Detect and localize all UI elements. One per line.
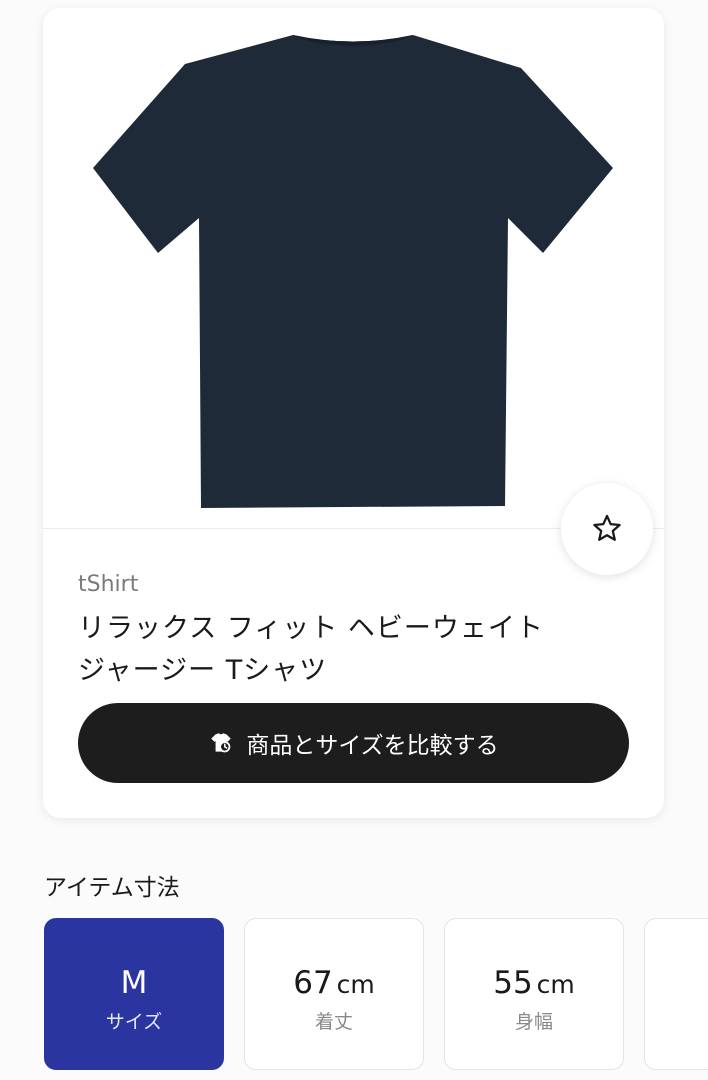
compare-button-label: 商品とサイズを比較する	[246, 733, 499, 759]
product-title: リラックス フィット ヘビーウェイト ジャージー Tシャツ	[78, 608, 598, 692]
product-category: tShirt	[78, 572, 139, 597]
product-title-line2: ジャージー Tシャツ	[78, 655, 328, 686]
measurement-tile-length[interactable]: 67 cm 着丈	[244, 918, 424, 1070]
compare-products-button[interactable]: 商品とサイズを比較する	[78, 703, 629, 783]
measurement-label: サイズ	[105, 1011, 163, 1033]
product-title-line1: リラックス フィット ヘビーウェイト	[78, 613, 544, 644]
tshirt-image	[93, 35, 613, 508]
measurement-tile-partial[interactable]	[644, 918, 708, 1070]
measurement-tile-width[interactable]: 55 cm 身幅	[444, 918, 624, 1070]
measurement-value: M	[120, 965, 148, 1001]
measurements-carousel[interactable]: M サイズ 67 cm 着丈 55 cm 身幅	[44, 918, 708, 1080]
measurement-value: 55 cm	[493, 965, 575, 1001]
measurement-label: 身幅	[514, 1011, 553, 1033]
product-page: tShirt リラックス フィット ヘビーウェイト ジャージー Tシャツ 商品と…	[0, 0, 708, 1080]
tshirt-icon	[208, 730, 234, 756]
favorite-button[interactable]	[561, 483, 653, 575]
measurement-tile-size[interactable]: M サイズ	[44, 918, 224, 1070]
measurement-label: 着丈	[314, 1011, 353, 1033]
section-title-measurements: アイテム寸法	[44, 875, 180, 901]
product-card: tShirt リラックス フィット ヘビーウェイト ジャージー Tシャツ 商品と…	[43, 8, 664, 818]
measurement-value: 67 cm	[293, 965, 375, 1001]
product-image[interactable]	[43, 8, 664, 528]
star-outline-icon	[593, 514, 621, 541]
